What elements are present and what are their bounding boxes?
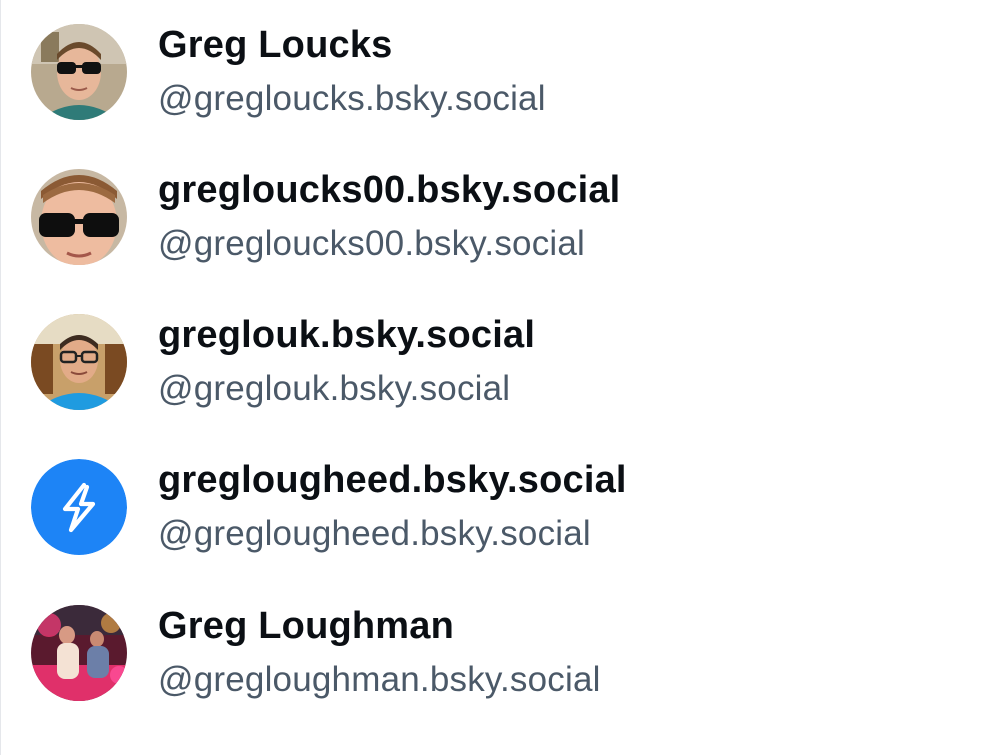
avatar[interactable] — [31, 605, 127, 701]
search-results-page: Greg Loucks @gregloucks.bsky.social greg… — [0, 0, 1000, 755]
avatar-photo-icon — [31, 169, 127, 265]
avatar-photo-icon — [31, 314, 127, 410]
avatar[interactable] — [31, 169, 127, 265]
lightning-icon — [31, 459, 127, 555]
avatar[interactable] — [31, 459, 127, 555]
list-item[interactable]: Greg Loughman @gregloughman.bsky.social — [1, 583, 1000, 723]
display-name: gregloucks00.bsky.social — [158, 169, 621, 211]
list-item[interactable]: Greg Loucks @gregloucks.bsky.social — [1, 2, 1000, 142]
user-handle: @gregloughman.bsky.social — [158, 660, 601, 699]
display-name: Greg Loughman — [158, 605, 455, 647]
display-name: Greg Loucks — [158, 24, 393, 66]
list-item[interactable]: greglouk.bsky.social @greglouk.bsky.soci… — [1, 292, 1000, 432]
avatar[interactable] — [31, 24, 127, 120]
list-item[interactable]: greglougheed.bsky.social @greglougheed.b… — [1, 437, 1000, 577]
user-handle: @gregloucks00.bsky.social — [158, 224, 586, 263]
list-item[interactable]: gregloucks00.bsky.social @gregloucks00.b… — [1, 147, 1000, 287]
avatar-photo-icon — [31, 24, 127, 120]
display-name: greglougheed.bsky.social — [158, 459, 627, 501]
user-handle: @gregloucks.bsky.social — [158, 79, 546, 118]
user-handle: @greglougheed.bsky.social — [158, 514, 591, 553]
display-name: greglouk.bsky.social — [158, 314, 536, 356]
user-handle: @greglouk.bsky.social — [158, 369, 511, 408]
avatar[interactable] — [31, 314, 127, 410]
avatar-photo-icon — [31, 605, 127, 701]
